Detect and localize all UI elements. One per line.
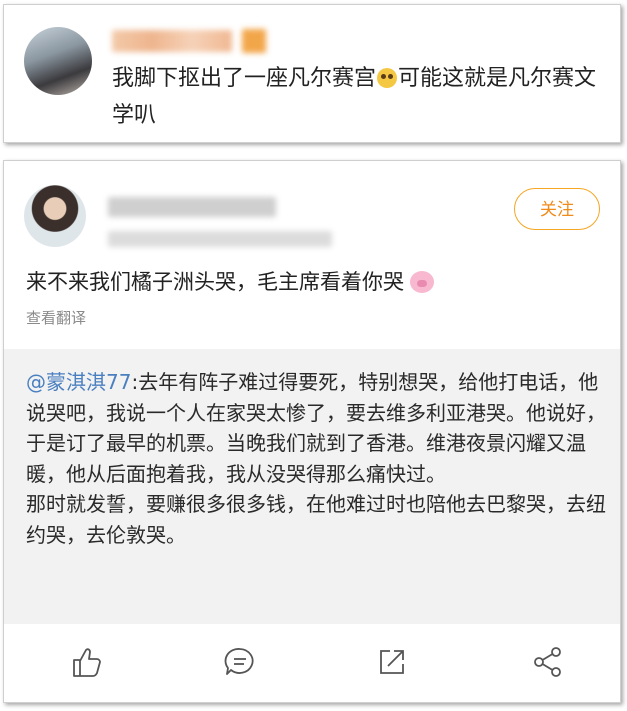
repost-icon[interactable] <box>372 642 412 682</box>
like-icon[interactable] <box>66 642 106 682</box>
quoted-body-2: 那时就发誓，要赚很多很多钱，在他难过时也陪他去巴黎哭，去纽约哭，去伦敦哭。 <box>26 492 606 547</box>
comment-text-part1: 我脚下抠出了一座凡尔赛宫 <box>112 66 377 91</box>
poster-avatar[interactable] <box>24 185 86 247</box>
quoted-post[interactable]: @蒙淇淇77:去年有阵子难过得要死，特别想哭，给他打电话，他说哭吧，我说一个人在… <box>4 349 620 624</box>
translate-link[interactable]: 查看翻译 <box>26 307 86 328</box>
post-meta-blurred <box>108 231 332 247</box>
mention-link[interactable]: @蒙淇淇77 <box>26 370 131 394</box>
comment-text: 我脚下抠出了一座凡尔赛宫 可能这就是凡尔赛文学叭 <box>112 60 602 134</box>
post-card: 关注 来不来我们橘子洲头哭，毛主席看着你哭 查看翻译 @蒙淇淇77:去年有阵子难… <box>3 160 621 703</box>
comment-icon[interactable] <box>220 642 260 682</box>
comment-card: 我脚下抠出了一座凡尔赛宫 可能这就是凡尔赛文学叭 <box>3 4 621 143</box>
share-icon[interactable] <box>528 642 568 682</box>
follow-button[interactable]: 关注 <box>514 188 600 230</box>
post-text-content: 来不来我们橘子洲头哭，毛主席看着你哭 <box>26 270 404 294</box>
rolling-eyes-emoji-icon <box>377 68 398 88</box>
commenter-name-blurred <box>112 30 232 52</box>
post-text: 来不来我们橘子洲头哭，毛主席看着你哭 <box>26 267 606 297</box>
commenter-badge-blurred <box>242 29 266 53</box>
action-bar <box>4 624 620 702</box>
poster-name-blurred <box>108 197 276 217</box>
pig-face-emoji-icon <box>410 271 434 293</box>
quoted-text: @蒙淇淇77:去年有阵子难过得要死，特别想哭，给他打电话，他说哭吧，我说一个人在… <box>26 367 606 550</box>
commenter-avatar[interactable] <box>24 27 92 95</box>
